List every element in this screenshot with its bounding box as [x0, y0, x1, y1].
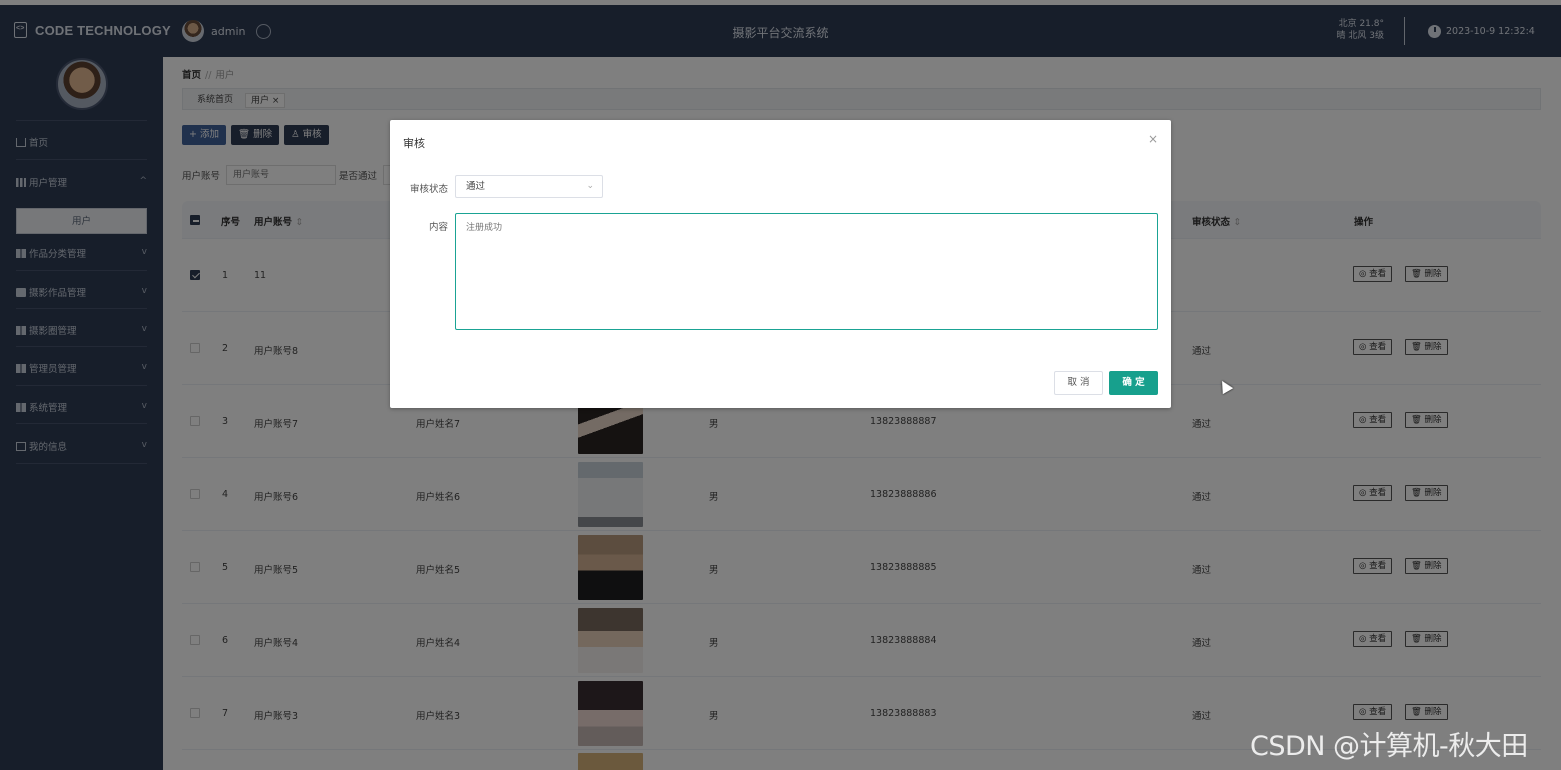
audit-status-select[interactable]: 通过 ⌄	[455, 175, 603, 198]
audit-dialog: 审核 × 审核状态 通过 ⌄ 内容 取 消 确 定	[390, 120, 1171, 408]
content-textarea[interactable]	[455, 213, 1158, 330]
dialog-title: 审核	[403, 137, 425, 150]
chevron-down-icon: ⌄	[586, 181, 594, 191]
audit-status-label: 审核状态	[409, 184, 448, 195]
audit-status-value: 通过	[466, 181, 486, 192]
close-icon[interactable]: ×	[1148, 132, 1158, 146]
confirm-button[interactable]: 确 定	[1109, 371, 1158, 395]
cancel-button[interactable]: 取 消	[1054, 371, 1103, 395]
watermark: CSDN @计算机-秋大田	[1250, 731, 1528, 762]
content-label: 内容	[428, 222, 448, 233]
